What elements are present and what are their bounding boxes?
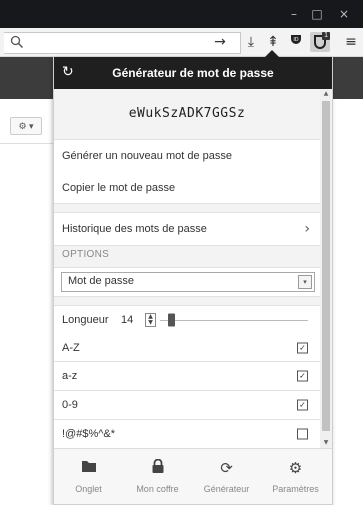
charset-digits-label: 0-9 [62, 399, 78, 411]
svg-text:ID: ID [293, 37, 298, 43]
password-history-link[interactable]: Historique des mots de passe › [54, 212, 320, 246]
generated-password-box[interactable]: eWukSzADK7GGSz [54, 89, 320, 139]
url-bar[interactable] [4, 32, 241, 54]
pocket-icon[interactable]: ID [286, 32, 306, 52]
popup-tab-bar: Onglet Mon coffre ⟳ Générateur ⚙ Paramèt… [54, 448, 332, 504]
length-label: Longueur [62, 314, 109, 326]
copy-password-button[interactable]: Copier le mot de passe [54, 172, 320, 204]
search-icon [10, 35, 24, 52]
charset-uppercase-row[interactable]: A-Z ✓ [54, 334, 320, 362]
page-divider [0, 143, 53, 144]
length-row: Longueur 14 ▲ ▼ [54, 305, 320, 335]
tab-onglet-label: Onglet [75, 484, 102, 494]
tab-generateur-label: Générateur [203, 484, 250, 494]
popup-arrow [265, 50, 279, 57]
tab-mon-coffre-label: Mon coffre [136, 484, 179, 494]
scroll-up-icon[interactable]: ▲ [320, 89, 332, 99]
popup-content: eWukSzADK7GGSz Générer un nouveau mot de… [54, 89, 320, 448]
password-generator-popup: ↻ Générateur de mot de passe eWukSzADK7G… [53, 57, 333, 505]
password-type-select[interactable]: Mot de passe ▾ [61, 272, 315, 292]
charset-lowercase-label: a-z [62, 370, 78, 382]
options-section-label: OPTIONS [62, 249, 110, 260]
password-type-row: Mot de passe ▾ [54, 267, 320, 297]
generate-new-password-label: Générer un nouveau mot de passe [62, 150, 233, 162]
folder-icon [54, 459, 123, 477]
length-slider-thumb[interactable] [168, 313, 175, 327]
password-history-label: Historique des mots de passe [62, 223, 207, 235]
go-arrow-icon[interactable]: → [210, 32, 230, 52]
page-settings-button[interactable]: ⚙ ▾ [10, 117, 42, 135]
length-slider-track[interactable] [160, 320, 308, 321]
cogs-icon: ⚙ [288, 459, 303, 477]
copy-password-label: Copier le mot de passe [62, 181, 176, 194]
popup-header: ↻ Générateur de mot de passe [54, 57, 332, 89]
charset-lowercase-row[interactable]: a-z ✓ [54, 362, 320, 391]
generated-password: eWukSzADK7GGSz [128, 106, 246, 121]
scrollbar-thumb[interactable] [322, 101, 330, 431]
charset-digits-row[interactable]: 0-9 ✓ [54, 391, 320, 420]
refresh-icon: ⟳ [220, 459, 233, 477]
length-value: 14 [121, 314, 134, 326]
tab-parametres-label: Paramètres [272, 484, 319, 494]
charset-symbols-label: !@#$%^&* [62, 428, 116, 440]
length-stepper[interactable]: ▲ ▼ [145, 313, 156, 327]
extension-badge: 1 [322, 32, 330, 40]
password-type-value: Mot de passe [68, 275, 135, 287]
chevron-down-icon: ▾ [298, 275, 312, 289]
download-icon[interactable]: ⤓ [241, 32, 261, 52]
tab-parametres[interactable]: ⚙ Paramètres [261, 449, 330, 504]
generate-new-password-button[interactable]: Générer un nouveau mot de passe [54, 139, 320, 173]
close-window-button[interactable]: × [335, 6, 353, 22]
hamburger-menu-icon[interactable]: ≡ [341, 32, 361, 52]
popup-scrollbar[interactable]: ▲ ▼ [320, 89, 332, 448]
charset-digits-checkbox[interactable]: ✓ [297, 399, 308, 411]
tab-onglet[interactable]: Onglet [54, 449, 123, 504]
maximize-button[interactable]: □ [308, 6, 326, 22]
charset-uppercase-label: A-Z [62, 341, 80, 354]
tab-generateur[interactable]: ⟳ Générateur [192, 449, 261, 504]
charset-uppercase-checkbox[interactable]: ✓ [297, 342, 308, 353]
minimize-button[interactable]: – [285, 6, 303, 22]
library-icon[interactable]: ⇞ [263, 32, 283, 52]
charset-lowercase-checkbox[interactable]: ✓ [297, 370, 308, 382]
popup-title: Générateur de mot de passe [112, 66, 274, 80]
password-manager-extension-button[interactable]: 1 [310, 32, 330, 52]
scroll-down-icon[interactable]: ▼ [320, 438, 332, 448]
tab-mon-coffre[interactable]: Mon coffre [123, 449, 192, 504]
window-titlebar: – □ × [0, 0, 363, 28]
lock-icon [123, 458, 192, 478]
charset-symbols-row[interactable]: !@#$%^&* [54, 420, 320, 448]
browser-toolbar: → ⤓ ⇞ ID 1 ≡ [0, 28, 363, 57]
charset-symbols-checkbox[interactable] [297, 428, 308, 440]
chevron-right-icon: › [304, 221, 310, 237]
